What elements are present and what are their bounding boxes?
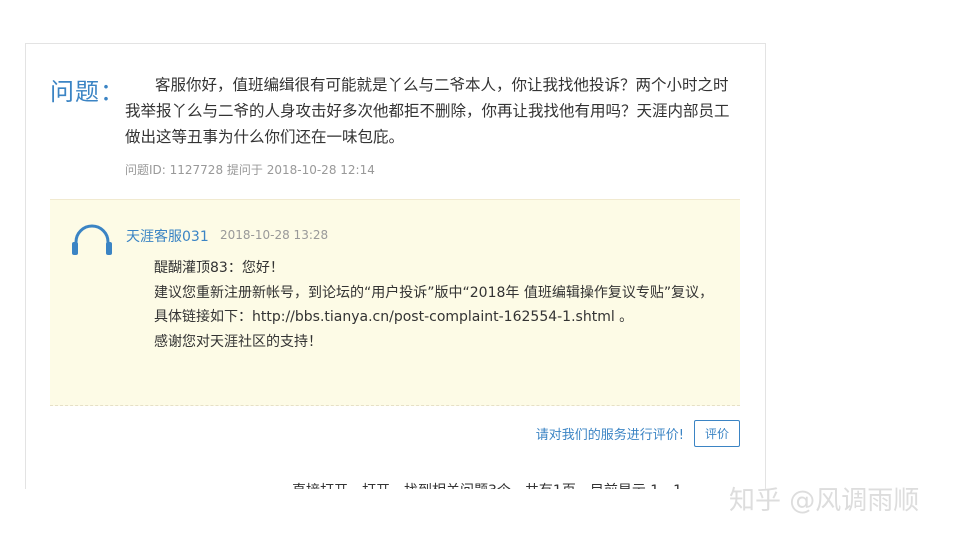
answer-line-link[interactable]: 具体链接如下：http://bbs.tianya.cn/post-complai…	[126, 305, 716, 330]
answer-time: 2018-10-28 13:28	[220, 228, 329, 242]
page: 问题： 客服你好，值班编缉很有可能就是丫么与二爷本人，你让我找他投诉？两个小时之…	[0, 0, 960, 540]
question-label: 问题：	[50, 78, 125, 106]
question-card: 问题： 客服你好，值班编缉很有可能就是丫么与二爷本人，你让我找他投诉？两个小时之…	[25, 43, 766, 489]
question-meta: 问题ID: 1127728 提问于 2018-10-28 12:14	[125, 163, 375, 177]
rating-prompt: 请对我们的服务进行评价!	[535, 428, 684, 443]
rate-button[interactable]: 评价	[693, 420, 740, 447]
watermark: 知乎 @风调雨顺	[729, 486, 920, 516]
question-text: 客服你好，值班编缉很有可能就是丫么与二爷本人，你让我找他投诉？两个小时之时我举报…	[125, 76, 730, 146]
rating-row: 请对我们的服务进行评价! 评价	[536, 420, 740, 447]
answer-line: 醍醐灌顶83：您好！	[154, 260, 284, 276]
agent-name-link[interactable]: 天涯客服031	[126, 226, 209, 246]
pagination-summary: 直接打开，打开，找到相关问题3个，共有1页，目前显示 1 - 1	[292, 480, 682, 489]
answer-line: 感谢您对天涯社区的支持！	[154, 333, 322, 350]
answer-panel: 天涯客服031 2018-10-28 13:28 醍醐灌顶83：您好！ 建议您重…	[50, 199, 740, 406]
headset-icon	[72, 224, 112, 255]
answer-body: 醍醐灌顶83：您好！ 建议您重新注册新帐号，到论坛的“用户投诉”版中“2018年…	[126, 256, 716, 354]
answer-line: 建议您重新注册新帐号，到论坛的“用户投诉”版中“2018年 值班编辑操作复议专贴…	[154, 284, 714, 301]
